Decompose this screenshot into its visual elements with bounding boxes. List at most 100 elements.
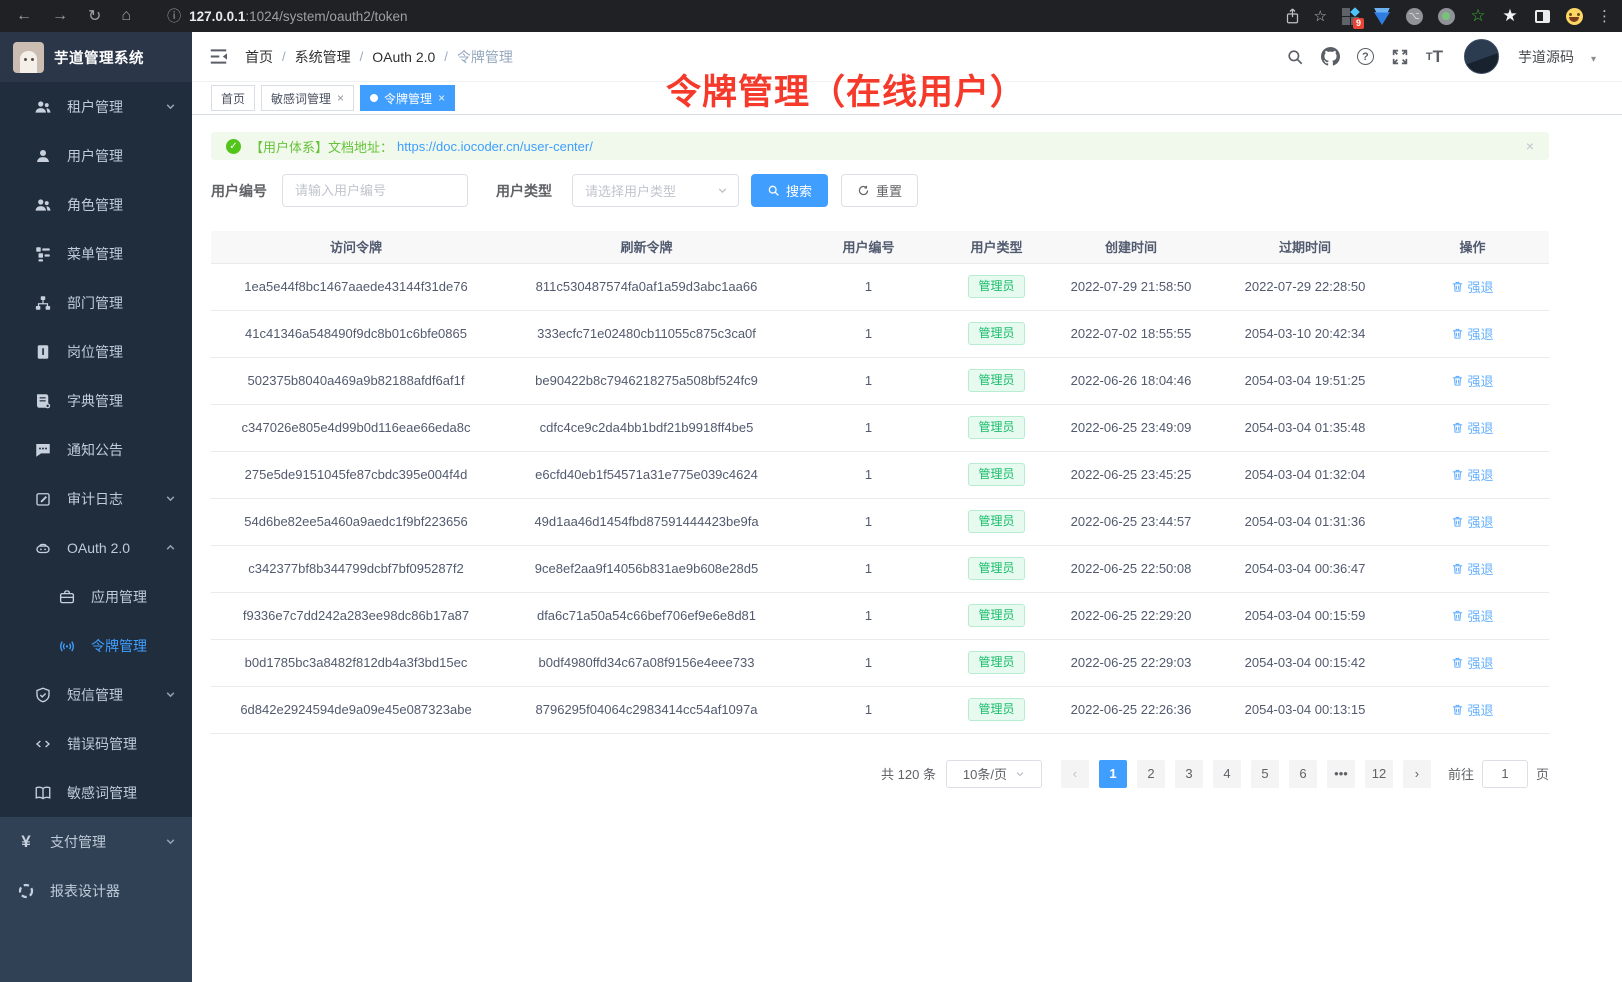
github-icon[interactable] (1321, 47, 1340, 66)
page-button-4[interactable]: 4 (1213, 760, 1241, 788)
browser-back-icon[interactable]: ← (16, 7, 32, 25)
tabs-bar: 首页 敏感词管理 × 令牌管理 × (192, 82, 1622, 115)
tab-oauth2-token[interactable]: 令牌管理 × (360, 85, 455, 111)
page-button-3[interactable]: 3 (1175, 760, 1203, 788)
extension-star-icon[interactable]: ★ (1501, 7, 1519, 25)
force-logout-button[interactable]: 强退 (1451, 512, 1493, 531)
sidebar-item-pay[interactable]: ¥ 支付管理 (0, 817, 192, 866)
created-at-cell: 2022-06-25 22:26:36 (1048, 686, 1214, 733)
site-info-icon[interactable]: ⓘ (167, 6, 181, 26)
force-logout-button[interactable]: 强退 (1451, 559, 1493, 578)
sidebar-item-oauth2[interactable]: OAuth 2.0 (0, 523, 192, 572)
browser-reload-icon[interactable]: ↻ (88, 6, 101, 26)
sidebar-item-sensitive-word[interactable]: 敏感词管理 (0, 768, 192, 817)
doc-link[interactable]: https://doc.iocoder.cn/user-center/ (397, 139, 593, 154)
tab-close-icon[interactable]: × (438, 91, 445, 105)
created-at-cell: 2022-06-25 23:44:57 (1048, 498, 1214, 545)
profile-avatar-icon[interactable] (1565, 7, 1583, 25)
sidebar-fold-icon[interactable] (209, 48, 228, 65)
force-logout-button[interactable]: 强退 (1451, 606, 1493, 625)
alert-close-icon[interactable]: × (1526, 138, 1534, 154)
search-icon[interactable] (1286, 48, 1304, 66)
page-button-6[interactable]: 6 (1289, 760, 1317, 788)
sidebar-item-post[interactable]: 岗位管理 (0, 327, 192, 376)
access-token-cell: 54d6be82ee5a460a9aedc1f9bf223656 (211, 498, 501, 545)
force-logout-button[interactable]: 强退 (1451, 465, 1493, 484)
force-logout-button[interactable]: 强退 (1451, 418, 1493, 437)
user-type-select[interactable]: 请选择用户类型 (572, 174, 739, 207)
page-button-5[interactable]: 5 (1251, 760, 1279, 788)
jump-page-input[interactable] (1482, 760, 1528, 788)
search-button[interactable]: 搜索 (751, 174, 828, 207)
extension-record-icon[interactable] (1437, 7, 1455, 25)
table-row: 41c41346a548490f9dc8b01c6bfe0865 333ecfc… (211, 310, 1549, 357)
force-logout-button[interactable]: 强退 (1451, 277, 1493, 296)
tab-close-icon[interactable]: × (337, 91, 344, 105)
address-bar[interactable]: ⓘ 127.0.0.1:1024/system/oauth2/token (167, 6, 407, 26)
logo-image (13, 42, 44, 73)
page-size-select[interactable]: 10条/页 (946, 760, 1042, 788)
force-logout-button[interactable]: 强退 (1451, 371, 1493, 390)
next-page-icon[interactable]: › (1403, 760, 1431, 788)
expired-at-cell: 2054-03-04 00:15:42 (1214, 639, 1396, 686)
trash-icon (1451, 374, 1464, 387)
page-button-2[interactable]: 2 (1137, 760, 1165, 788)
expired-at-cell: 2054-03-04 19:51:25 (1214, 357, 1396, 404)
extension-gem-icon[interactable] (1373, 7, 1391, 25)
created-at-cell: 2022-06-25 22:29:03 (1048, 639, 1214, 686)
breadcrumb-home[interactable]: 首页 (245, 47, 273, 67)
sidebar-item-role[interactable]: 角色管理 (0, 180, 192, 229)
extension-tabsgrid-icon[interactable]: 9 (1341, 7, 1359, 25)
browser-home-icon[interactable]: ⌂ (121, 7, 131, 25)
sidebar-item-error-code[interactable]: 错误码管理 (0, 719, 192, 768)
breadcrumb-separator: / (282, 49, 286, 64)
page-ellipsis-icon[interactable]: ••• (1327, 760, 1355, 788)
prev-page-icon[interactable]: ‹ (1061, 760, 1089, 788)
fullscreen-icon[interactable] (1391, 48, 1409, 66)
sidebar-item-sms[interactable]: 短信管理 (0, 670, 192, 719)
browser-forward-icon[interactable]: → (52, 7, 68, 25)
sidebar-item-oauth2-app[interactable]: 应用管理 (0, 572, 192, 621)
force-logout-button[interactable]: 强退 (1451, 700, 1493, 719)
help-icon[interactable]: ? (1357, 48, 1374, 65)
app-logo[interactable]: 芋道管理系统 (0, 32, 192, 82)
username[interactable]: 芋道源码 (1518, 47, 1574, 67)
user-avatar[interactable] (1464, 39, 1499, 74)
trash-icon (1451, 656, 1464, 669)
extension-command-icon[interactable]: ⌥ (1405, 7, 1423, 25)
filter-form: 用户编号 用户类型 请选择用户类型 搜索 重置 (211, 174, 1549, 207)
font-size-icon[interactable]: TT (1426, 47, 1443, 67)
sidebar-item-oauth2-token[interactable]: 令牌管理 (0, 621, 192, 670)
sidebar-item-dict[interactable]: 字典管理 (0, 376, 192, 425)
reset-button[interactable]: 重置 (841, 174, 918, 207)
browser-menu-icon[interactable]: ⋮ (1597, 7, 1612, 25)
sidebar-item-user[interactable]: 用户管理 (0, 131, 192, 180)
extension-evernote-icon[interactable]: ☆ (1469, 7, 1487, 25)
share-icon[interactable] (1285, 8, 1300, 25)
bookmark-star-icon[interactable]: ☆ (1314, 7, 1327, 25)
token-signal-icon (58, 637, 76, 655)
sidebar-item-tenant[interactable]: 租户管理 (0, 82, 192, 131)
page-button-12[interactable]: 12 (1365, 760, 1393, 788)
sidebar-item-notice[interactable]: 通知公告 (0, 425, 192, 474)
breadcrumb-oauth2[interactable]: OAuth 2.0 (372, 49, 435, 65)
table-row: c347026e805e4d99b0d116eae66eda8c cdfc4ce… (211, 404, 1549, 451)
page-button-1[interactable]: 1 (1099, 760, 1127, 788)
sidebar-item-audit-log[interactable]: 审计日志 (0, 474, 192, 523)
sidebar-item-report-designer[interactable]: 报表设计器 (0, 866, 192, 915)
side-panel-icon[interactable] (1533, 7, 1551, 25)
breadcrumb-system[interactable]: 系统管理 (295, 47, 351, 67)
user-id-input[interactable] (282, 174, 468, 207)
actions-cell: 强退 (1396, 263, 1549, 310)
sidebar-item-label: 字典管理 (67, 391, 123, 411)
force-logout-button[interactable]: 强退 (1451, 324, 1493, 343)
tab-home[interactable]: 首页 (211, 85, 255, 111)
access-token-cell: b0d1785bc3a8482f812db4a3f3bd15ec (211, 639, 501, 686)
sidebar-item-menu[interactable]: 菜单管理 (0, 229, 192, 278)
user-menu-caret-icon[interactable]: ▾ (1591, 54, 1596, 65)
sidebar-item-dept[interactable]: 部门管理 (0, 278, 192, 327)
user-type-cell: 管理员 (945, 639, 1048, 686)
force-logout-button[interactable]: 强退 (1451, 653, 1493, 672)
tab-sensitive-word[interactable]: 敏感词管理 × (261, 85, 354, 111)
sidebar-item-label: 通知公告 (67, 440, 123, 460)
